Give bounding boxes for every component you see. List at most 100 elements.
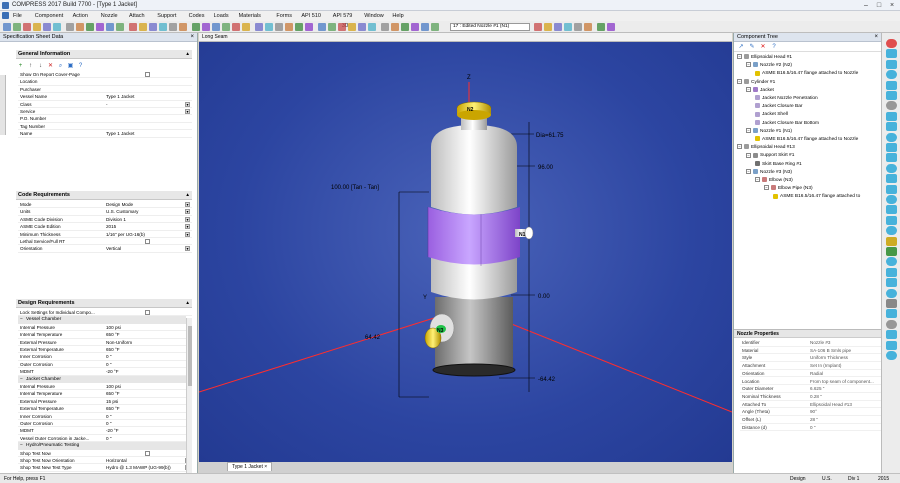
property-value[interactable]: Horizontal bbox=[106, 457, 186, 464]
toolbar-tool-icon[interactable] bbox=[23, 23, 31, 31]
property-value[interactable]: Vertical bbox=[106, 245, 186, 252]
toolbar-tool-icon[interactable] bbox=[421, 23, 429, 31]
menu-item-codes[interactable]: Codes bbox=[189, 13, 205, 19]
property-value[interactable]: 650 °F bbox=[106, 405, 186, 412]
toolbar-tool-icon[interactable] bbox=[431, 23, 439, 31]
checkbox[interactable] bbox=[145, 72, 150, 77]
property-row[interactable]: External Temperature 650 °F bbox=[18, 346, 192, 354]
delete-icon[interactable]: ✕ bbox=[759, 43, 767, 51]
property-value[interactable]: -20 °F bbox=[106, 368, 186, 375]
tree-item[interactable]: − Elbow Pipe (N3) bbox=[764, 185, 813, 193]
dropdown-arrow-icon[interactable]: ▾ bbox=[185, 246, 190, 252]
panel-close-icon[interactable]: × bbox=[190, 33, 194, 42]
property-row[interactable]: Nominal Thickness 0.28 " bbox=[740, 393, 882, 401]
menu-item-forms[interactable]: Forms bbox=[276, 13, 292, 19]
property-value[interactable]: 0 " bbox=[106, 435, 186, 442]
tree-item[interactable]: ASME B16.5/16.47 flange attached to Nozz… bbox=[755, 136, 858, 144]
menu-item-nozzle[interactable]: Nozzle bbox=[101, 13, 118, 19]
panel-close-icon[interactable]: × bbox=[874, 33, 878, 42]
palette-component-icon[interactable] bbox=[886, 236, 897, 246]
menu-item-component[interactable]: Component bbox=[35, 13, 63, 19]
toolbar-tool-icon[interactable] bbox=[106, 23, 114, 31]
palette-component-icon[interactable] bbox=[886, 226, 897, 236]
palette-component-icon[interactable] bbox=[886, 91, 897, 100]
property-value[interactable]: 0.28 " bbox=[810, 393, 882, 401]
tree-item[interactable]: − Jacket bbox=[746, 87, 774, 95]
vertical-scrollbar[interactable] bbox=[186, 318, 192, 483]
property-row[interactable]: Internal Temperature 650 °F bbox=[18, 390, 192, 398]
help-icon[interactable]: ? bbox=[77, 63, 84, 70]
property-row[interactable]: Identifier Nozzle #3 bbox=[740, 339, 882, 347]
toolbar-tool-icon[interactable] bbox=[564, 23, 572, 31]
property-row[interactable]: Vessel Name Type 1 Jacket bbox=[18, 93, 192, 101]
toolbar-tool-icon[interactable] bbox=[86, 23, 94, 31]
dropdown-arrow-icon[interactable]: ▾ bbox=[185, 216, 190, 222]
property-value[interactable]: - bbox=[106, 101, 186, 108]
property-value[interactable]: Type 1 Jacket bbox=[106, 93, 186, 100]
menu-item-window[interactable]: Window bbox=[364, 13, 384, 19]
property-row[interactable]: Attached To Ellipsoidal Head #13 bbox=[740, 401, 882, 409]
3d-scene[interactable]: Z Y N2 N1 N3 Dia=61.75 96.00 100.00 [Tan… bbox=[198, 42, 733, 462]
property-value[interactable]: 1/16" per UG-16(b) bbox=[106, 231, 186, 238]
property-value[interactable]: 100 psi bbox=[106, 383, 186, 390]
save-icon[interactable]: ▣ bbox=[67, 63, 74, 70]
toolbar-tool-icon[interactable] bbox=[139, 23, 147, 31]
move-up-icon[interactable]: ↑ bbox=[27, 63, 34, 70]
property-value[interactable]: Uniform Thickness bbox=[810, 354, 882, 362]
property-value[interactable]: 15 psi bbox=[106, 398, 186, 405]
property-value[interactable]: Type 1 Jacket bbox=[106, 130, 186, 137]
toolbar-tool-icon[interactable] bbox=[275, 23, 283, 31]
palette-component-icon[interactable] bbox=[886, 80, 897, 90]
document-tab-close-icon[interactable]: × bbox=[264, 464, 267, 470]
palette-component-icon[interactable] bbox=[886, 309, 897, 319]
property-value[interactable]: -20 °F bbox=[106, 427, 186, 434]
property-value[interactable]: 0 " bbox=[810, 424, 882, 432]
toolbar-tool-icon[interactable] bbox=[391, 23, 399, 31]
toolbar-tool-icon[interactable] bbox=[66, 23, 74, 31]
tree-toggle-icon[interactable]: − bbox=[746, 128, 751, 134]
upper-shell[interactable] bbox=[431, 125, 517, 215]
toolbar-tool-icon[interactable] bbox=[411, 23, 419, 31]
tree-item[interactable]: Jacket Shell bbox=[755, 111, 788, 119]
dropdown-arrow-icon[interactable]: ▾ bbox=[185, 202, 190, 207]
menu-item-api-510[interactable]: API 510 bbox=[301, 13, 321, 19]
toolbar-tool-icon[interactable] bbox=[368, 23, 376, 31]
pointer-icon[interactable]: ↗ bbox=[737, 43, 745, 51]
toolbar-tool-icon[interactable] bbox=[76, 23, 84, 31]
section-header[interactable]: General Information ▴ bbox=[16, 50, 192, 59]
nozzle-combo[interactable]: 17 : Edited Nozzle #1 (N1) bbox=[450, 23, 530, 31]
palette-component-icon[interactable] bbox=[886, 132, 897, 142]
toolbar-tool-icon[interactable] bbox=[232, 23, 240, 31]
toolbar-tool-icon[interactable] bbox=[328, 23, 336, 31]
3d-viewport[interactable]: Long Seam Z Y N2 N1 N3 Dia=61.75 96.00 1… bbox=[198, 33, 733, 473]
toolbar-tool-icon[interactable] bbox=[554, 23, 562, 31]
palette-component-icon[interactable] bbox=[886, 184, 897, 194]
toolbar-tool-icon[interactable] bbox=[338, 23, 346, 31]
property-row[interactable]: Offset (L) 28 " bbox=[740, 416, 882, 424]
checkbox[interactable] bbox=[145, 450, 150, 456]
palette-component-icon[interactable] bbox=[886, 247, 897, 256]
tree-toggle-icon[interactable]: − bbox=[755, 177, 760, 183]
menu-item-loads[interactable]: Loads bbox=[214, 13, 229, 19]
subgroup-header[interactable]: Vessel Chamber bbox=[18, 316, 186, 324]
property-row[interactable]: Outer Corrosion 0 " bbox=[18, 361, 192, 369]
property-row[interactable]: MDMT -20 °F bbox=[18, 368, 192, 376]
property-value[interactable]: Ellipsoidal Head #13 bbox=[810, 401, 882, 409]
dropdown-arrow-icon[interactable]: ▾ bbox=[185, 224, 190, 230]
dropdown-arrow-icon[interactable]: ▾ bbox=[185, 101, 190, 107]
menu-item-file[interactable]: File bbox=[13, 13, 22, 19]
menu-item-attach[interactable]: Attach bbox=[129, 13, 145, 19]
property-row[interactable]: Material SA-106 B Smls pipe bbox=[740, 347, 882, 355]
property-row[interactable]: Internal Temperature 650 °F bbox=[18, 331, 192, 339]
palette-component-icon[interactable] bbox=[886, 299, 897, 308]
minimize-button[interactable]: – bbox=[860, 1, 872, 10]
search-icon[interactable]: ⌕ bbox=[57, 63, 64, 70]
toolbar-tool-icon[interactable] bbox=[607, 23, 615, 31]
property-row[interactable]: Internal Pressure 100 psi bbox=[18, 383, 192, 391]
toolbar-tool-icon[interactable] bbox=[381, 23, 389, 31]
toolbar-tool-icon[interactable] bbox=[597, 23, 605, 31]
tree-item[interactable]: Jacket Closure Bar Bottom bbox=[755, 119, 819, 128]
property-row[interactable]: Lock Settings for Individual Compo... bbox=[18, 309, 192, 317]
toolbar-tool-icon[interactable] bbox=[159, 23, 167, 31]
toolbar-tool-icon[interactable] bbox=[544, 23, 552, 31]
